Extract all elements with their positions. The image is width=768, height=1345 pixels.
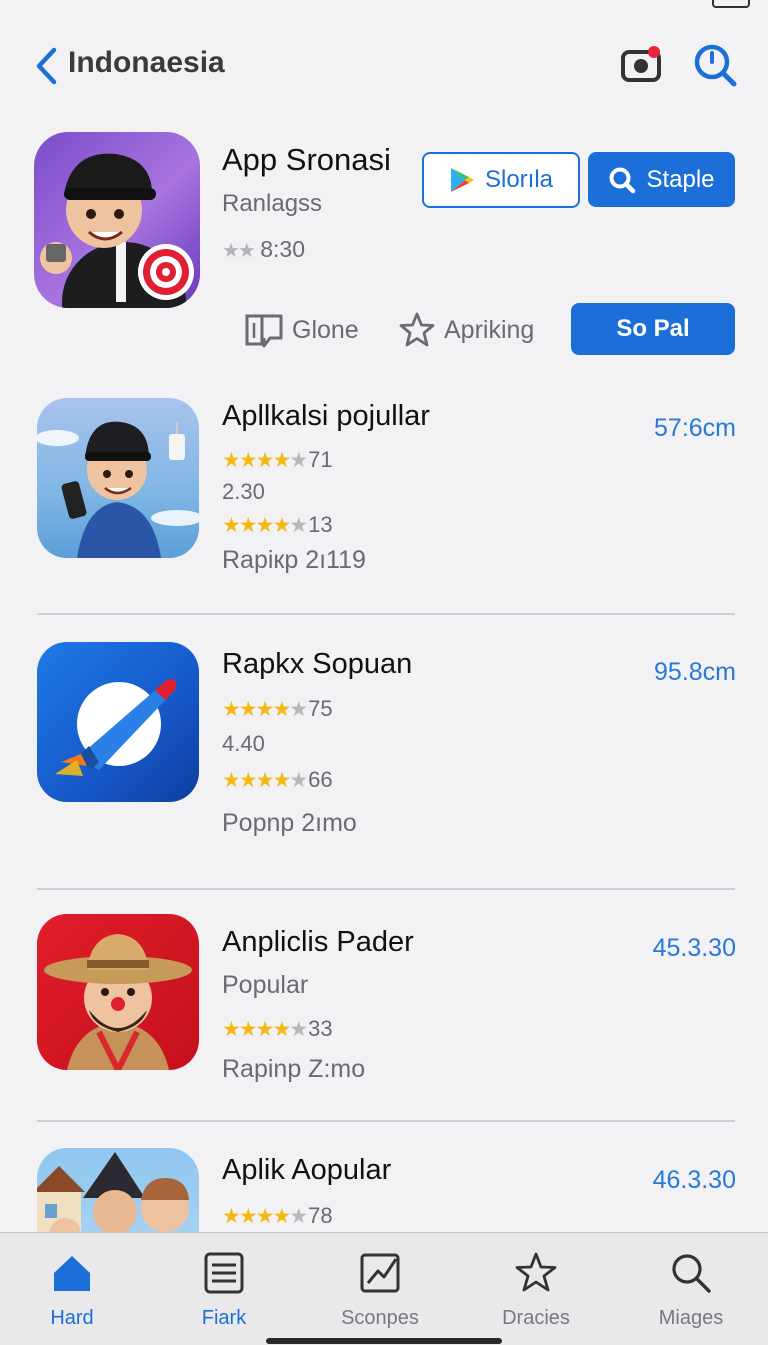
rating-stars-icon: ★★★★★	[222, 697, 308, 721]
featured-app-icon[interactable]	[34, 132, 200, 308]
rating-stars-icon: ★★★★★	[222, 1017, 308, 1041]
battery-icon	[712, 0, 750, 8]
app-size: 46.3.30	[652, 1166, 736, 1194]
app-name: Rapkx Sopuan	[222, 648, 413, 680]
app-footer: Rapinp Z:mo	[222, 1055, 366, 1083]
tab-fiark[interactable]: Fiark	[164, 1251, 284, 1330]
app-rating: ★★★★★ 13	[222, 512, 333, 538]
rating-stars-icon: ★★★★★	[222, 768, 308, 792]
featured-app-subtitle: Ranlagss	[222, 190, 323, 217]
app-footer: Popnp 2ımo	[222, 809, 357, 837]
tab-bar: Hard Fiark Sconpes Dracies Miages	[0, 1232, 768, 1345]
chevron-left-icon	[36, 47, 57, 85]
divider	[37, 888, 735, 890]
so-pal-button[interactable]: So Pal	[571, 303, 735, 355]
character-artwork	[44, 934, 192, 1070]
featured-app-title: App Sronasi	[222, 142, 391, 177]
tab-label: Sconpes	[341, 1307, 419, 1329]
app-name: Aplik Aopular	[222, 1154, 392, 1186]
tab-dracies[interactable]: Dracies	[476, 1251, 596, 1330]
tab-label: Dracies	[502, 1307, 570, 1329]
camera-icon	[621, 46, 661, 82]
list-icon	[204, 1252, 244, 1294]
search-button[interactable]	[692, 40, 740, 88]
apriking-action-label: Apriking	[444, 315, 535, 344]
rating-stars-icon: ★★	[222, 240, 256, 262]
app-icon[interactable]	[37, 398, 199, 558]
tab-label: Fiark	[201, 1307, 247, 1329]
play-store-icon	[450, 168, 474, 192]
rating-count: 71	[308, 447, 333, 472]
tab-label: Miages	[658, 1307, 724, 1329]
home-indicator	[266, 1338, 502, 1344]
search-icon	[672, 1254, 711, 1293]
rating-count: 75	[308, 696, 333, 721]
app-size: 57:6cm	[654, 414, 736, 442]
app-size: 95.8cm	[654, 658, 736, 686]
page-title: Indonaesia	[68, 46, 225, 79]
star-outline-icon	[399, 312, 435, 347]
staple-button-label: Staple	[646, 165, 715, 193]
app-rating: ★★★★★ 66	[222, 767, 333, 793]
clone-action[interactable]: Glone	[244, 310, 359, 350]
apriking-action[interactable]: Apriking	[398, 310, 534, 350]
app-subtitle: Popular	[222, 971, 309, 999]
tab-hard[interactable]: Hard	[12, 1251, 132, 1330]
app-meta: 4.40	[222, 731, 265, 756]
staple-button[interactable]: Staple	[588, 152, 735, 207]
app-rating: ★★★★★ 75	[222, 696, 333, 722]
divider	[37, 1120, 735, 1122]
store-button-label: Slorıla	[484, 166, 554, 193]
app-rating: ★★★★★ 71	[222, 447, 333, 473]
rocket-icon	[55, 679, 176, 776]
book-icon	[245, 314, 283, 348]
app-size: 45.3.30	[652, 934, 736, 962]
search-icon	[609, 167, 636, 193]
tab-label: Hard	[50, 1307, 94, 1329]
character-artwork	[37, 421, 199, 558]
app-rating: ★★★★★ 78	[222, 1203, 333, 1229]
featured-app-rating: ★★ 8:30	[222, 236, 305, 263]
tab-miages[interactable]: Miages	[631, 1251, 751, 1330]
back-button[interactable]	[26, 44, 66, 88]
rating-stars-icon: ★★★★★	[222, 513, 308, 537]
camera-button[interactable]	[620, 44, 664, 84]
rating-value: 8:30	[260, 236, 306, 262]
app-name: Apllkalsi poјullar	[222, 400, 430, 432]
rating-count: 13	[308, 512, 333, 537]
app-name: Anpliclis Pader	[222, 926, 414, 958]
store-button[interactable]: Slorıla	[422, 152, 580, 208]
app-meta: 2.30	[222, 479, 265, 504]
star-outline-icon	[515, 1252, 557, 1292]
app-icon[interactable]	[37, 642, 199, 802]
rating-stars-icon: ★★★★★	[222, 448, 308, 472]
rating-count: 66	[308, 767, 333, 792]
search-icon	[694, 44, 737, 87]
character-artwork	[40, 153, 194, 308]
house-icon	[54, 1256, 90, 1291]
app-footer: Rapiкp 2ı119	[222, 546, 366, 574]
divider	[37, 613, 735, 615]
app-rating: ★★★★★ 33	[222, 1016, 333, 1042]
rating-stars-icon: ★★★★★	[222, 1204, 308, 1228]
clone-action-label: Glone	[292, 315, 359, 344]
rating-count: 33	[308, 1016, 333, 1041]
chart-square-icon	[360, 1253, 400, 1293]
rating-count: 78	[308, 1203, 333, 1228]
tab-sconpes[interactable]: Sconpes	[320, 1251, 440, 1330]
app-icon[interactable]	[37, 914, 199, 1070]
